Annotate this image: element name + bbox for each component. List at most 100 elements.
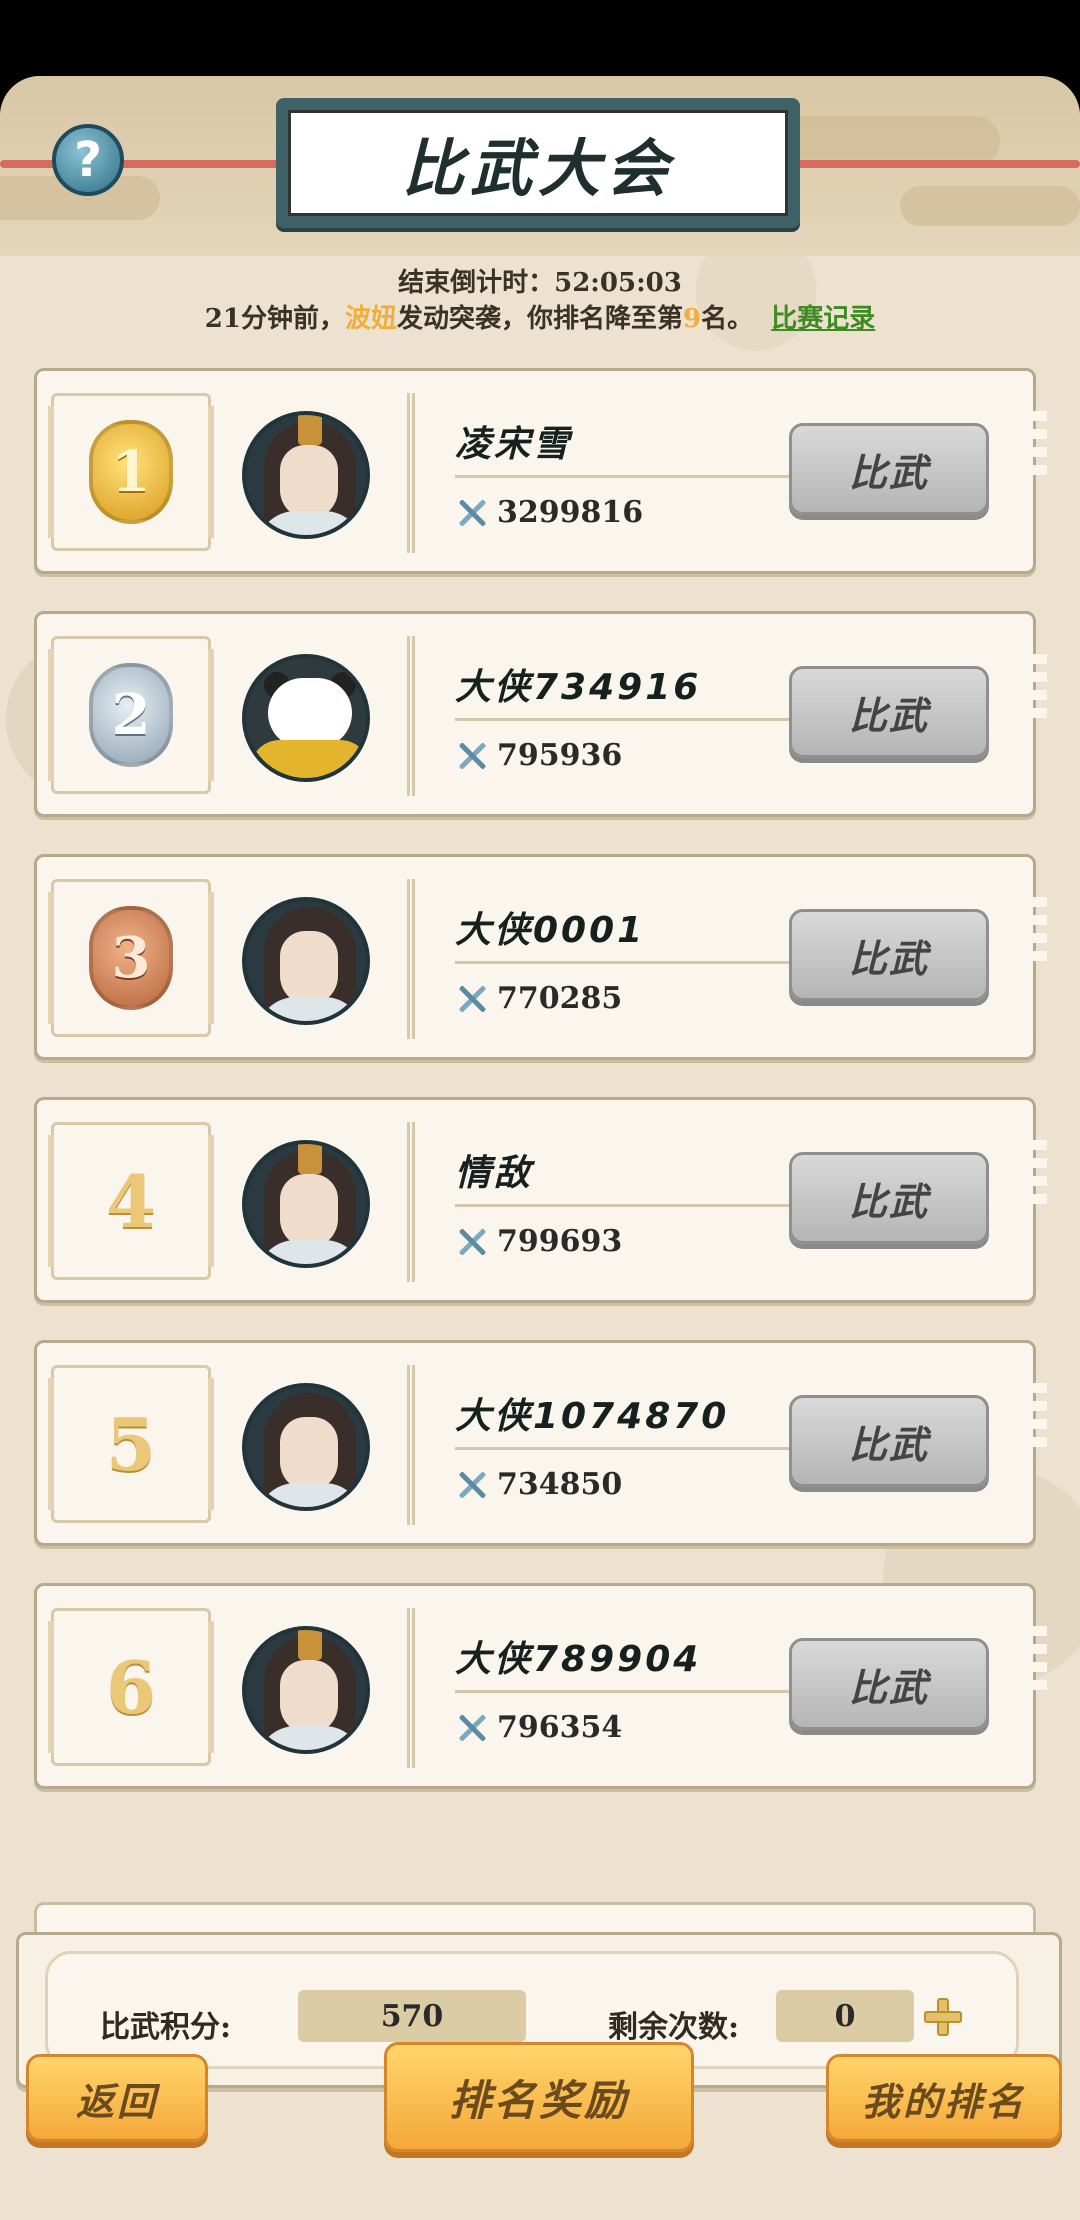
back-button[interactable]: 返回	[26, 2054, 208, 2142]
crossed-swords-icon	[455, 1468, 489, 1502]
my-rank-button[interactable]: 我的排名	[826, 2054, 1062, 2142]
power-value: 795936	[497, 738, 623, 773]
player-name: 大侠0001	[455, 910, 646, 951]
card-notch	[1027, 411, 1047, 481]
rank-number: 2	[111, 682, 151, 748]
panda-scarf	[250, 740, 366, 778]
panda-avatar	[242, 654, 370, 782]
power-value: 770285	[497, 981, 623, 1016]
arena-screen: ? 比武大会 结束倒计时：52:05:03 21分钟前，波妞发动突袭，你排名降至…	[0, 76, 1080, 2220]
points-label: 比武积分:	[100, 2010, 232, 2045]
challenge-button[interactable]: 比武	[789, 1395, 989, 1487]
player-avatar	[242, 411, 370, 539]
rank-card: 3 大侠0001 770285 比武	[34, 854, 1047, 1060]
rank-number: 6	[105, 1644, 157, 1730]
add-attempts-icon[interactable]	[924, 1998, 962, 2036]
avatar-face	[280, 1660, 338, 1734]
panda-face	[268, 678, 352, 748]
notice-prefix: 21分钟前，	[204, 304, 345, 334]
divider	[455, 1447, 815, 1450]
crossed-swords-icon	[455, 1225, 489, 1259]
rank-card: 4 情敌 799693 比武	[34, 1097, 1047, 1303]
card-notch	[1027, 1383, 1047, 1453]
divider	[455, 1690, 815, 1693]
notice-suffix: 名。	[701, 304, 754, 334]
card-notch	[1027, 654, 1047, 724]
player-avatar	[242, 1626, 370, 1754]
countdown-value: 52:05:03	[554, 268, 682, 298]
crossed-swords-icon	[455, 1711, 489, 1745]
rank-card: 1 凌宋雪 3299816 比武	[34, 368, 1047, 574]
player-name: 凌宋雪	[455, 424, 573, 465]
rank-rewards-button[interactable]: 排名奖励	[384, 2042, 694, 2152]
rank-box: 3	[48, 879, 214, 1037]
player-avatar	[242, 1383, 370, 1511]
power-row: 734850	[455, 1467, 622, 1502]
avatar-face	[280, 1417, 338, 1491]
remaining-label: 剩余次数:	[608, 2010, 740, 2045]
player-name: 情敌	[455, 1153, 534, 1194]
hair-ornament	[298, 415, 322, 445]
power-value: 3299816	[497, 495, 644, 530]
power-row: 796354	[455, 1710, 622, 1745]
challenge-button[interactable]: 比武	[789, 423, 989, 515]
rank-number: 1	[111, 439, 151, 505]
rank-number: 4	[105, 1158, 157, 1244]
rank-card: 2 大侠734916 795936 比武	[34, 611, 1047, 817]
points-value: 570	[298, 1990, 526, 2042]
countdown-label: 结束倒计时：	[398, 268, 555, 298]
remaining-value: 0	[776, 1990, 914, 2042]
challenge-button[interactable]: 比武	[789, 666, 989, 758]
rank-medal-icon: 3	[89, 906, 173, 1010]
card-notch	[1027, 897, 1047, 967]
rank-number: 5	[105, 1401, 157, 1487]
match-record-link[interactable]: 比赛记录	[771, 304, 875, 334]
challenge-button[interactable]: 比武	[789, 1638, 989, 1730]
cloud-decoration	[900, 186, 1080, 226]
attacker-name: 波妞	[344, 304, 397, 334]
rank-card: 5 大侠1074870 734850 比武	[34, 1340, 1047, 1546]
player-avatar	[242, 897, 370, 1025]
title-frame: 比武大会	[288, 110, 788, 216]
countdown: 结束倒计时：52:05:03	[0, 262, 1080, 299]
crossed-swords-icon	[455, 739, 489, 773]
challenge-button[interactable]: 比武	[789, 909, 989, 1001]
avatar-face	[280, 1174, 338, 1248]
title-plaque: 比武大会	[276, 98, 800, 228]
rank-box: 2	[48, 636, 214, 794]
player-name: 大侠789904	[455, 1639, 702, 1680]
ranking-list: 1 凌宋雪 3299816 比武 2 大侠734916 795936 比武 3 …	[34, 368, 1047, 1826]
hair-ornament	[298, 1630, 322, 1660]
avatar-face	[280, 931, 338, 1005]
power-value: 734850	[497, 1467, 623, 1502]
power-value: 799693	[497, 1224, 623, 1259]
divider	[455, 961, 815, 964]
power-row: 3299816	[455, 495, 643, 530]
challenge-button[interactable]: 比武	[789, 1152, 989, 1244]
rank-box: 1	[48, 393, 214, 551]
avatar-face	[280, 445, 338, 519]
help-button[interactable]: ?	[52, 124, 124, 196]
current-rank: 9	[682, 304, 702, 334]
rank-box: 5	[48, 1365, 214, 1523]
rank-medal-icon: 1	[89, 420, 173, 524]
attack-notice: 21分钟前，波妞发动突袭，你排名降至第9名。 比赛记录	[0, 298, 1080, 335]
player-name: 大侠1074870	[455, 1396, 730, 1437]
power-value: 796354	[497, 1710, 623, 1745]
player-name: 大侠734916	[455, 667, 702, 708]
crossed-swords-icon	[455, 982, 489, 1016]
hair-ornament	[298, 1144, 322, 1174]
rank-box: 6	[48, 1608, 214, 1766]
divider	[455, 718, 815, 721]
crossed-swords-icon	[455, 496, 489, 530]
rank-card: 6 大侠789904 796354 比武	[34, 1583, 1047, 1789]
card-notch	[1027, 1626, 1047, 1696]
rope-left	[0, 160, 290, 168]
player-avatar	[242, 1140, 370, 1268]
rank-medal-icon: 2	[89, 663, 173, 767]
rank-box: 4	[48, 1122, 214, 1280]
question-mark-icon: ?	[74, 132, 102, 188]
page-title: 比武大会	[401, 132, 674, 205]
rope-right	[790, 160, 1080, 168]
power-row: 770285	[455, 981, 622, 1016]
